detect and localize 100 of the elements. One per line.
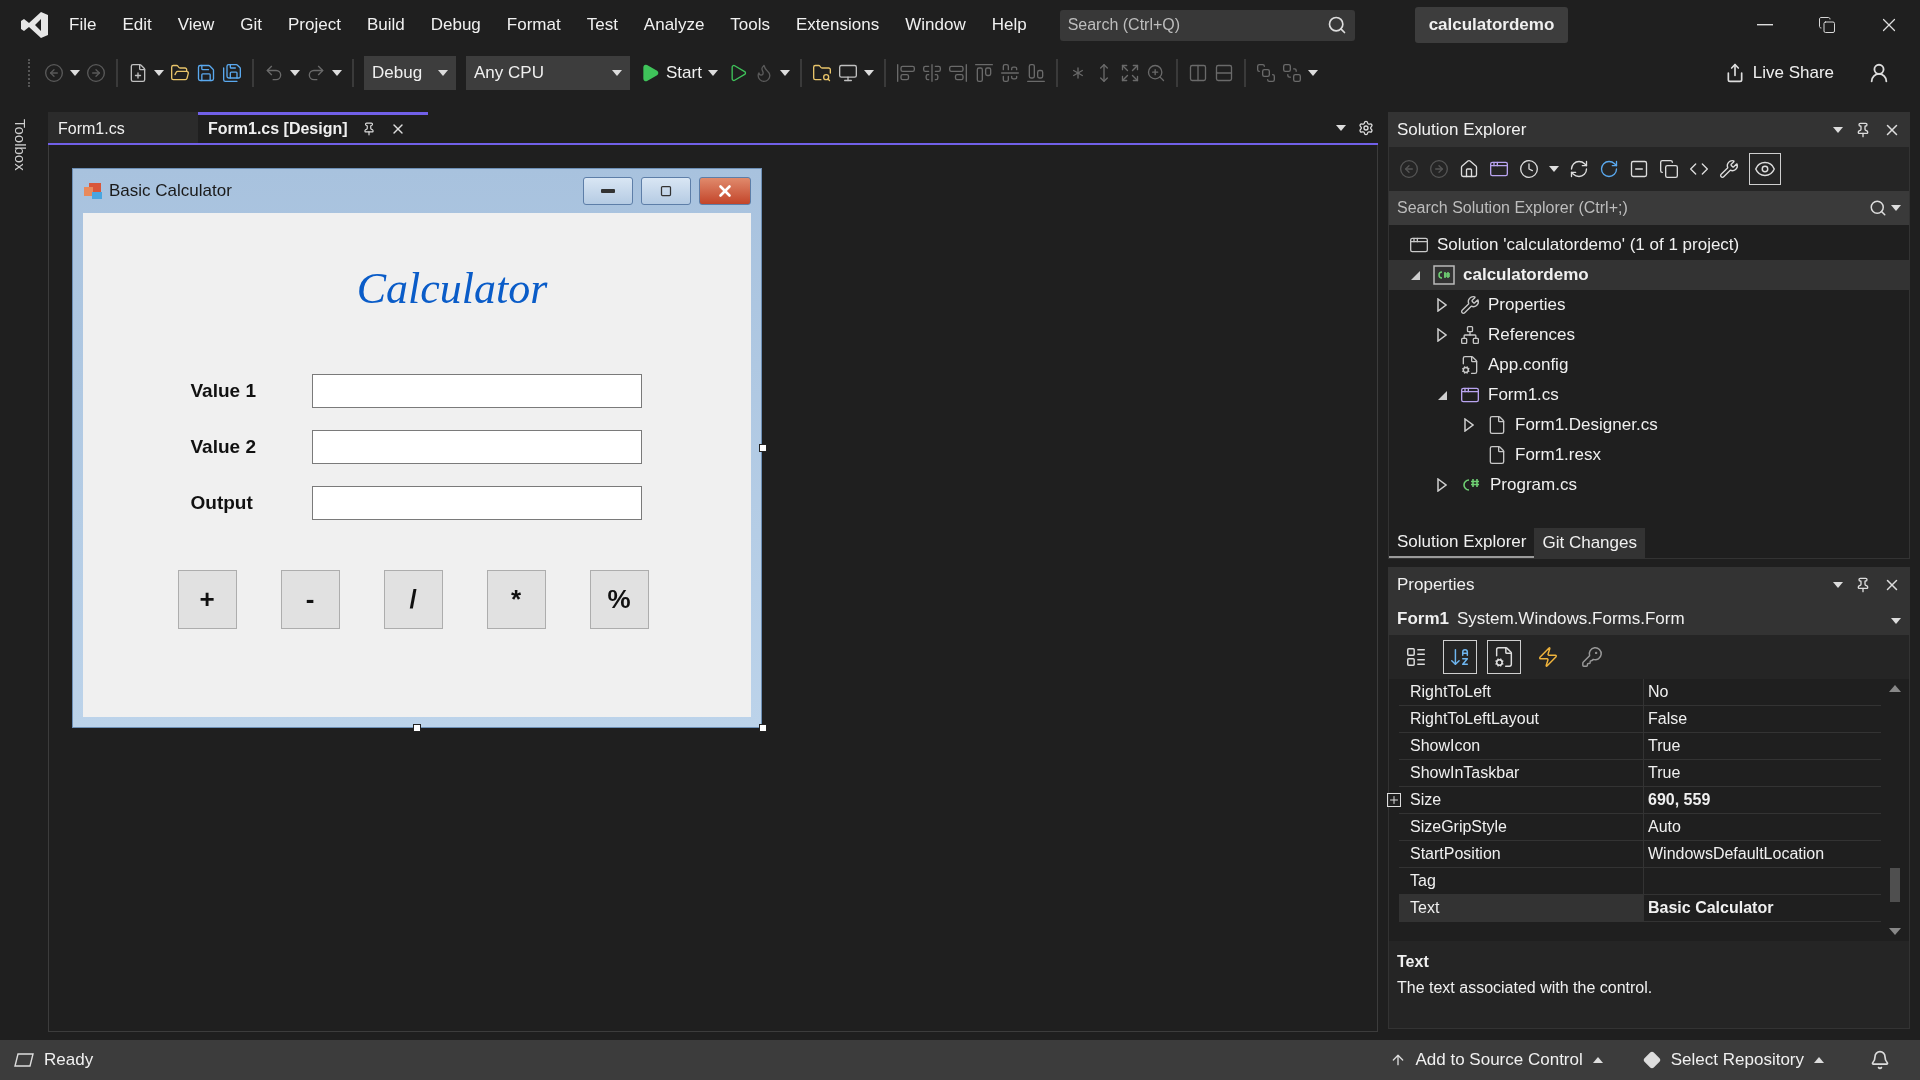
menu-item[interactable]: View — [164, 11, 228, 39]
operator-button[interactable]: % — [589, 570, 649, 629]
collapsed-arrow-icon[interactable] — [1437, 298, 1447, 312]
menu-item[interactable]: Window — [892, 11, 979, 39]
operator-button[interactable]: + — [177, 570, 237, 629]
resize-handle[interactable] — [759, 444, 767, 452]
document-tab[interactable]: Form1.cs — [48, 112, 198, 143]
search-field[interactable]: Search (Ctrl+Q) — [1059, 9, 1355, 41]
notification-icon[interactable] — [1870, 1050, 1890, 1070]
refresh-icon[interactable] — [1599, 159, 1619, 179]
menu-item[interactable]: File — [56, 11, 110, 39]
columns-icon[interactable] — [1187, 63, 1208, 83]
switch-views-icon[interactable] — [1489, 159, 1509, 179]
scroll-up-icon[interactable] — [1889, 685, 1901, 692]
expand-plus-icon[interactable] — [1387, 793, 1401, 807]
settings-icon[interactable] — [1358, 119, 1374, 136]
tree-item[interactable]: Form1.Designer.cs — [1389, 410, 1909, 440]
scroll-down-icon[interactable] — [1889, 928, 1901, 935]
pin-icon[interactable] — [361, 122, 376, 136]
source-control-button[interactable]: Add to Source Control — [1383, 1049, 1609, 1071]
align-right-icon[interactable] — [947, 63, 968, 83]
menu-item[interactable]: Analyze — [630, 11, 718, 39]
object-selector[interactable]: Form1 System.Windows.Forms.Form — [1389, 602, 1909, 635]
bring-to-front-icon[interactable] — [1255, 63, 1276, 83]
view-toggle-button[interactable] — [1443, 640, 1477, 674]
menu-item[interactable]: Edit — [109, 11, 165, 39]
align-center-icon[interactable] — [921, 63, 942, 83]
resize-handle[interactable] — [759, 724, 767, 732]
align-bottom-icon[interactable] — [1025, 63, 1046, 83]
sync-icon[interactable] — [1569, 159, 1589, 179]
pin-icon[interactable] — [1855, 577, 1871, 593]
save-icon[interactable] — [196, 63, 216, 83]
save-all-icon[interactable] — [222, 63, 242, 83]
property-value[interactable]: WindowsDefaultLocation — [1644, 841, 1881, 867]
form-minimize-button[interactable] — [583, 177, 633, 205]
property-value[interactable]: Auto — [1644, 814, 1881, 840]
tree-item[interactable]: calculatordemo — [1389, 260, 1909, 290]
open-folder-icon[interactable] — [170, 63, 190, 83]
menu-item[interactable]: Extensions — [783, 11, 893, 39]
menu-item[interactable]: Test — [573, 11, 631, 39]
undo-icon[interactable] — [264, 63, 284, 83]
logo-icon[interactable] — [20, 10, 50, 40]
start-button[interactable]: Start — [636, 63, 722, 83]
property-value[interactable]: True — [1644, 733, 1881, 759]
search-field[interactable]: Search Solution Explorer (Ctrl+;) — [1389, 191, 1909, 225]
view-toggle-button[interactable] — [1487, 640, 1521, 674]
expanded-arrow-icon[interactable] — [1409, 269, 1421, 281]
expanded-arrow-icon[interactable] — [1436, 389, 1448, 401]
repository-button[interactable]: Select Repository — [1636, 1049, 1830, 1071]
monitor-icon[interactable] — [837, 63, 858, 83]
zoom-icon[interactable] — [1145, 63, 1166, 83]
menu-item[interactable]: Git — [227, 11, 275, 39]
resize-handle[interactable] — [413, 724, 421, 732]
user-icon[interactable] — [1868, 62, 1890, 84]
tree-item[interactable]: Program.cs — [1389, 470, 1909, 500]
property-name[interactable]: Text — [1399, 895, 1644, 921]
align-middle-icon[interactable] — [999, 63, 1020, 83]
platform-dropdown[interactable]: Any CPU — [466, 56, 630, 90]
tree-item[interactable]: References — [1389, 320, 1909, 350]
redo-icon[interactable] — [306, 63, 326, 83]
pending-changes-icon[interactable] — [1519, 159, 1539, 179]
operator-button[interactable]: * — [486, 570, 546, 629]
folder-search-icon[interactable] — [811, 63, 832, 83]
menu-item[interactable]: Format — [493, 11, 574, 39]
new-item-icon[interactable] — [128, 63, 148, 83]
expand-icon[interactable] — [1119, 63, 1140, 83]
pin-icon[interactable] — [1855, 122, 1871, 138]
show-all-files-icon[interactable] — [1659, 159, 1679, 179]
configuration-dropdown[interactable]: Debug — [364, 56, 456, 90]
menu-item[interactable]: Build — [353, 11, 418, 39]
property-value[interactable]: False — [1644, 706, 1881, 732]
tree-item[interactable]: Solution 'calculatordemo' (1 of 1 project) — [1389, 230, 1909, 260]
align-left-icon[interactable] — [895, 63, 916, 83]
form-maximize-button[interactable] — [641, 177, 691, 205]
home-icon[interactable] — [1459, 159, 1479, 179]
tree-item[interactable]: Form1.cs — [1389, 380, 1909, 410]
panel-tab[interactable]: Git Changes — [1534, 528, 1645, 558]
property-value[interactable]: No — [1644, 679, 1881, 705]
property-value[interactable]: Basic Calculator — [1644, 895, 1881, 921]
collapsed-arrow-icon[interactable] — [1437, 478, 1447, 492]
menu-item[interactable]: Project — [275, 11, 354, 39]
rows-icon[interactable] — [1213, 63, 1234, 83]
menu-item[interactable]: Help — [978, 11, 1040, 39]
property-value[interactable]: True — [1644, 760, 1881, 786]
menu-item[interactable]: Tools — [717, 11, 784, 39]
preview-icon[interactable] — [1749, 153, 1781, 185]
collapsed-arrow-icon[interactable] — [1437, 328, 1447, 342]
tree-item[interactable]: Properties — [1389, 290, 1909, 320]
align-top-icon[interactable] — [973, 63, 994, 83]
scroll-thumb[interactable] — [1890, 868, 1900, 902]
property-value[interactable]: 690, 559 — [1644, 787, 1881, 813]
tree-item[interactable]: Form1.resx — [1389, 440, 1909, 470]
operator-button[interactable]: / — [383, 570, 443, 629]
send-to-back-icon[interactable] — [1281, 63, 1302, 83]
input-field[interactable] — [311, 374, 642, 408]
live-share-button[interactable]: Live Share — [1714, 63, 1844, 83]
form-close-button[interactable] — [699, 177, 751, 205]
form-window[interactable]: Basic Calculator Calculator Value 1 Value 2 Output + - / * % — [72, 168, 762, 728]
input-field[interactable] — [311, 486, 642, 520]
input-field[interactable] — [311, 430, 642, 464]
